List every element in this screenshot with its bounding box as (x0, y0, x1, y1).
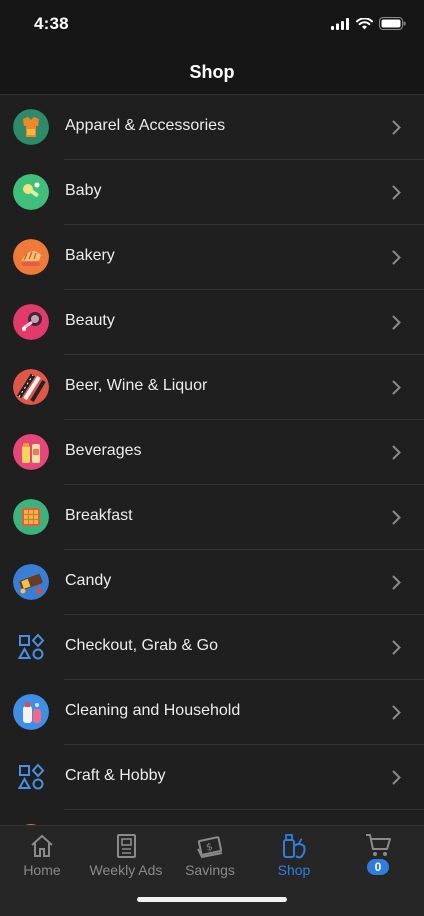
svg-text:$: $ (205, 842, 214, 854)
nav-bar: Shop (0, 50, 424, 95)
shapes-icon (13, 759, 49, 795)
page-title: Shop (189, 62, 235, 82)
cleaning-icon (13, 694, 49, 730)
category-row-craft-hobby[interactable]: Craft & Hobby (0, 745, 424, 810)
signal-icon (331, 17, 349, 30)
tab-home-label: Home (23, 862, 61, 878)
category-row-bakery[interactable]: Bakery (0, 225, 424, 290)
chevron-right-icon (392, 640, 401, 655)
chevron-right-icon (392, 445, 401, 460)
weekly-ads-icon (117, 834, 136, 858)
status-time: 4:38 (34, 14, 69, 33)
home-icon (31, 834, 53, 857)
wifi-icon (356, 17, 373, 29)
category-label: Apparel & Accessories (65, 117, 226, 134)
chevron-right-icon (392, 250, 401, 265)
shapes-icon (13, 629, 49, 665)
category-label: Candy (65, 572, 112, 589)
category-row-beverages[interactable]: Beverages (0, 420, 424, 485)
category-list[interactable]: Apparel & Accessories Baby Bakery Beauty… (0, 95, 424, 825)
category-label: Craft & Hobby (65, 767, 166, 784)
breakfast-icon (13, 499, 49, 535)
bakery-icon (13, 239, 49, 275)
category-label: Beauty (65, 312, 115, 329)
category-row-breakfast[interactable]: Breakfast (0, 485, 424, 550)
category-label: Baby (65, 182, 102, 199)
baby-icon (13, 174, 49, 210)
chevron-right-icon (392, 575, 401, 590)
category-row-partial[interactable] (0, 810, 424, 825)
home-indicator (137, 897, 287, 902)
tab-bar: Home Weekly Ads $ Savings Shop 0 (0, 825, 424, 916)
savings-icon: $ (197, 836, 223, 859)
category-row-baby[interactable]: Baby (0, 160, 424, 225)
cart-count-badge: 0 (367, 859, 389, 875)
chevron-right-icon (392, 315, 401, 330)
category-label: Beer, Wine & Liquor (65, 377, 208, 394)
tab-cart[interactable]: 0 (336, 832, 420, 876)
cart-icon (366, 834, 391, 856)
tab-savings-label: Savings (185, 862, 235, 878)
category-label: Checkout, Grab & Go (65, 637, 218, 654)
category-label: Breakfast (65, 507, 133, 524)
tab-savings[interactable]: $ Savings (168, 832, 252, 878)
beauty-icon (13, 304, 49, 340)
tab-weekly-ads-label: Weekly Ads (89, 862, 163, 878)
candy-icon (13, 564, 49, 600)
tab-weekly-ads[interactable]: Weekly Ads (84, 832, 168, 878)
category-row-cleaning-household[interactable]: Cleaning and Household (0, 680, 424, 745)
category-label: Cleaning and Household (65, 702, 241, 719)
category-row-beer-wine-liquor[interactable]: Beer, Wine & Liquor (0, 355, 424, 420)
beverages-icon (13, 434, 49, 470)
chevron-right-icon (392, 770, 401, 785)
status-bar: 4:38 (0, 0, 424, 50)
status-icons (331, 17, 406, 30)
apparel-icon (13, 109, 49, 145)
chevron-right-icon (392, 120, 401, 135)
shop-icon (283, 834, 306, 859)
chevron-right-icon (392, 380, 401, 395)
category-row-candy[interactable]: Candy (0, 550, 424, 615)
tab-shop-label: Shop (277, 862, 311, 878)
tab-home[interactable]: Home (0, 832, 84, 878)
chevron-right-icon (392, 510, 401, 525)
battery-icon (379, 17, 406, 30)
chevron-right-icon (392, 185, 401, 200)
category-row-checkout-grab-go[interactable]: Checkout, Grab & Go (0, 615, 424, 680)
tab-shop[interactable]: Shop (252, 832, 336, 878)
category-label: Beverages (65, 442, 142, 459)
category-row-beauty[interactable]: Beauty (0, 290, 424, 355)
category-row-apparel[interactable]: Apparel & Accessories (0, 95, 424, 160)
chevron-right-icon (392, 705, 401, 720)
category-label: Bakery (65, 247, 115, 264)
beer-wine-liquor-icon (13, 369, 49, 405)
